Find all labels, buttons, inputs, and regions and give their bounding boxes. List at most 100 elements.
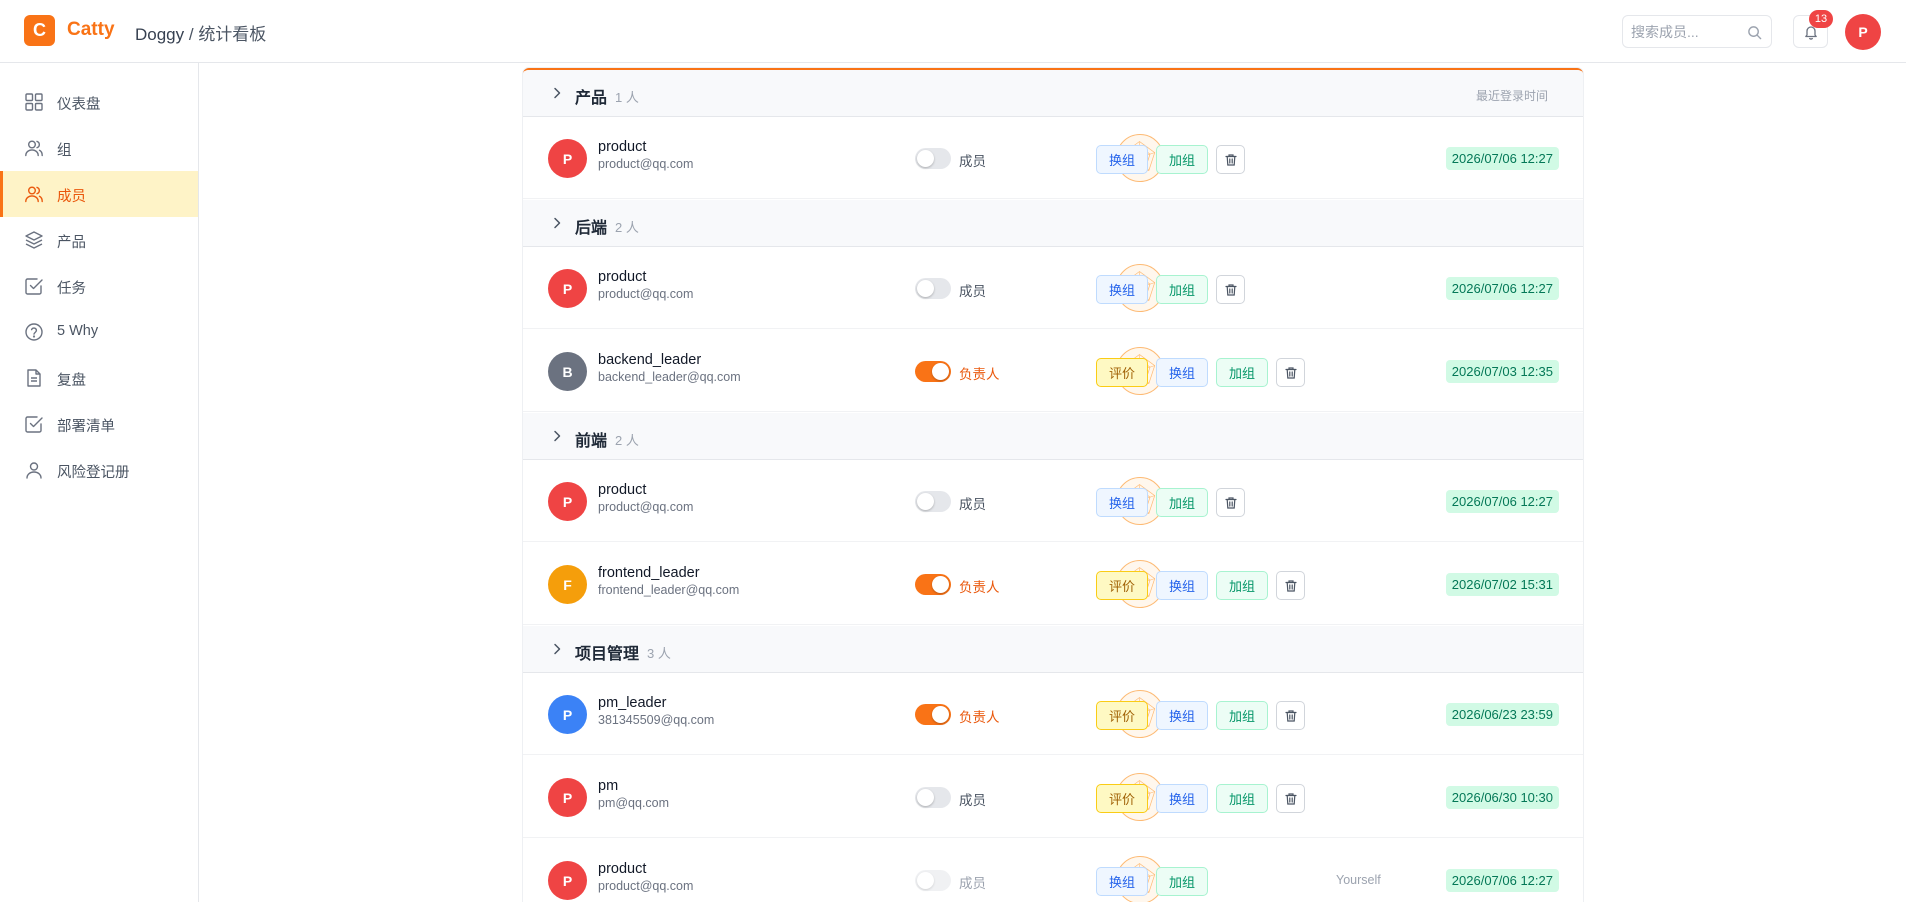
member-avatar: P [548, 861, 587, 900]
group-member-count: 2 人 [615, 433, 639, 448]
trash-icon [1284, 709, 1297, 722]
add-group-button[interactable]: 加组 [1156, 275, 1208, 304]
member-role: 成员 [959, 154, 986, 169]
delete-member-button[interactable] [1276, 358, 1305, 387]
member-name: backend_leader [598, 352, 702, 368]
leader-toggle[interactable] [915, 491, 951, 512]
sidebar-item-review[interactable]: 复盘 [0, 355, 198, 401]
add-group-button[interactable]: 加组 [1156, 867, 1208, 896]
trash-icon [1224, 153, 1237, 166]
sidebar-item-dashboard[interactable]: 仪表盘 [0, 79, 198, 125]
member-avatar: P [548, 778, 587, 817]
member-role: 成员 [959, 793, 986, 808]
layers-icon [25, 231, 43, 249]
switch-group-button[interactable]: 换组 [1156, 784, 1208, 813]
member-avatar: P [548, 695, 587, 734]
member-name: pm_leader [598, 695, 667, 711]
group-name: 后端 [575, 220, 608, 237]
member-avatar: P [548, 139, 587, 178]
breadcrumb-current: 统计看板 [198, 25, 267, 44]
users-icon [25, 186, 43, 203]
switch-group-button[interactable]: 换组 [1156, 358, 1208, 387]
switch-group-button[interactable]: 换组 [1156, 701, 1208, 730]
member-role: 负责人 [959, 580, 1000, 595]
search-input[interactable] [1631, 23, 1741, 41]
group-header[interactable]: 产品 1 人 最近登录时间 [523, 70, 1583, 117]
last-login-date: 2026/07/06 12:27 [1445, 490, 1559, 513]
app-logo[interactable]: C [24, 15, 55, 46]
add-group-button[interactable]: 加组 [1216, 701, 1268, 730]
switch-group-button[interactable]: 换组 [1096, 145, 1148, 174]
delete-member-button[interactable] [1276, 701, 1305, 730]
group-header[interactable]: 后端 2 人 [523, 200, 1583, 247]
yourself-note: Yourself [1336, 873, 1381, 887]
member-name: product [598, 482, 647, 498]
leader-toggle[interactable] [915, 278, 951, 299]
member-email: backend_leader@qq.com [598, 370, 741, 384]
chevron-right-icon[interactable] [551, 643, 563, 655]
member-email: product@qq.com [598, 879, 694, 893]
app-name[interactable]: Catty [67, 19, 115, 41]
member-row: Pproduct product@qq.com 成员 换组 加组 2026/07/06 1… [523, 117, 1583, 199]
evaluate-button[interactable]: 评价 [1096, 571, 1148, 600]
group-member-count: 2 人 [615, 220, 639, 235]
leader-toggle[interactable] [915, 704, 951, 725]
delete-member-button[interactable] [1216, 488, 1245, 517]
add-group-button[interactable]: 加组 [1156, 488, 1208, 517]
sidebar-item-5why[interactable]: 5 Why [0, 309, 198, 355]
leader-toggle[interactable] [915, 787, 951, 808]
delete-member-button[interactable] [1216, 275, 1245, 304]
sidebar-item-tasks[interactable]: 任务 [0, 263, 198, 309]
sidebar-item-label: 部署清单 [57, 419, 115, 435]
leader-toggle [915, 870, 951, 891]
delete-member-button[interactable] [1276, 571, 1305, 600]
member-table: 产品 1 人最近登录时间 Pproduct product@qq.com 成员 换组 加组 2… [523, 68, 1583, 902]
chevron-right-icon[interactable] [551, 217, 563, 229]
trash-icon [1284, 792, 1297, 805]
member-search[interactable] [1622, 15, 1772, 48]
sidebar-item-label: 复盘 [57, 373, 86, 389]
switch-group-button[interactable]: 换组 [1096, 867, 1148, 896]
add-group-button[interactable]: 加组 [1216, 784, 1268, 813]
user-avatar[interactable]: P [1845, 14, 1881, 50]
leader-toggle[interactable] [915, 148, 951, 169]
evaluate-button[interactable]: 评价 [1096, 701, 1148, 730]
switch-group-button[interactable]: 换组 [1096, 488, 1148, 517]
breadcrumb-separator: / [184, 25, 199, 44]
sidebar-item-members[interactable]: 成员 [0, 171, 198, 217]
chevron-right-icon[interactable] [551, 87, 563, 99]
switch-group-button[interactable]: 换组 [1156, 571, 1208, 600]
sidebar-item-risk-register[interactable]: 风险登记册 [0, 447, 198, 493]
group-header[interactable]: 项目管理 3 人 [523, 626, 1583, 673]
member-row: Ffrontend_leader frontend_leader@qq.com 负责… [523, 543, 1583, 625]
member-row: Ppm pm@qq.com 成员 评价 换组 加组 2026/06/30 10:30 [523, 756, 1583, 838]
last-login-date: 2026/06/30 10:30 [1445, 786, 1559, 809]
group-member-count: 1 人 [615, 90, 639, 105]
evaluate-button[interactable]: 评价 [1096, 358, 1148, 387]
users-icon [25, 140, 43, 157]
member-name: pm [598, 778, 619, 794]
switch-group-button[interactable]: 换组 [1096, 275, 1148, 304]
evaluate-button[interactable]: 评价 [1096, 784, 1148, 813]
add-group-button[interactable]: 加组 [1156, 145, 1208, 174]
group-name: 产品 [575, 90, 608, 107]
last-login-date: 2026/07/06 12:27 [1445, 277, 1559, 300]
sidebar-item-groups[interactable]: 组 [0, 125, 198, 171]
member-email: frontend_leader@qq.com [598, 583, 740, 597]
member-avatar: F [548, 565, 587, 604]
delete-member-button[interactable] [1276, 784, 1305, 813]
breadcrumb-root[interactable]: Doggy [135, 25, 184, 44]
leader-toggle[interactable] [915, 361, 951, 382]
group-header[interactable]: 前端 2 人 [523, 413, 1583, 460]
member-role: 负责人 [959, 367, 1000, 382]
chevron-right-icon[interactable] [551, 430, 563, 442]
sidebar-item-deploy-checklist[interactable]: 部署清单 [0, 401, 198, 447]
leader-toggle[interactable] [915, 574, 951, 595]
add-group-button[interactable]: 加组 [1216, 571, 1268, 600]
trash-icon [1284, 366, 1297, 379]
sidebar-item-products[interactable]: 产品 [0, 217, 198, 263]
add-group-button[interactable]: 加组 [1216, 358, 1268, 387]
sidebar: 仪表盘 组 成员 产品 任务 5 Why 复盘 部署清单 风险登记册 [0, 63, 199, 902]
search-icon[interactable] [1747, 25, 1762, 40]
delete-member-button[interactable] [1216, 145, 1245, 174]
